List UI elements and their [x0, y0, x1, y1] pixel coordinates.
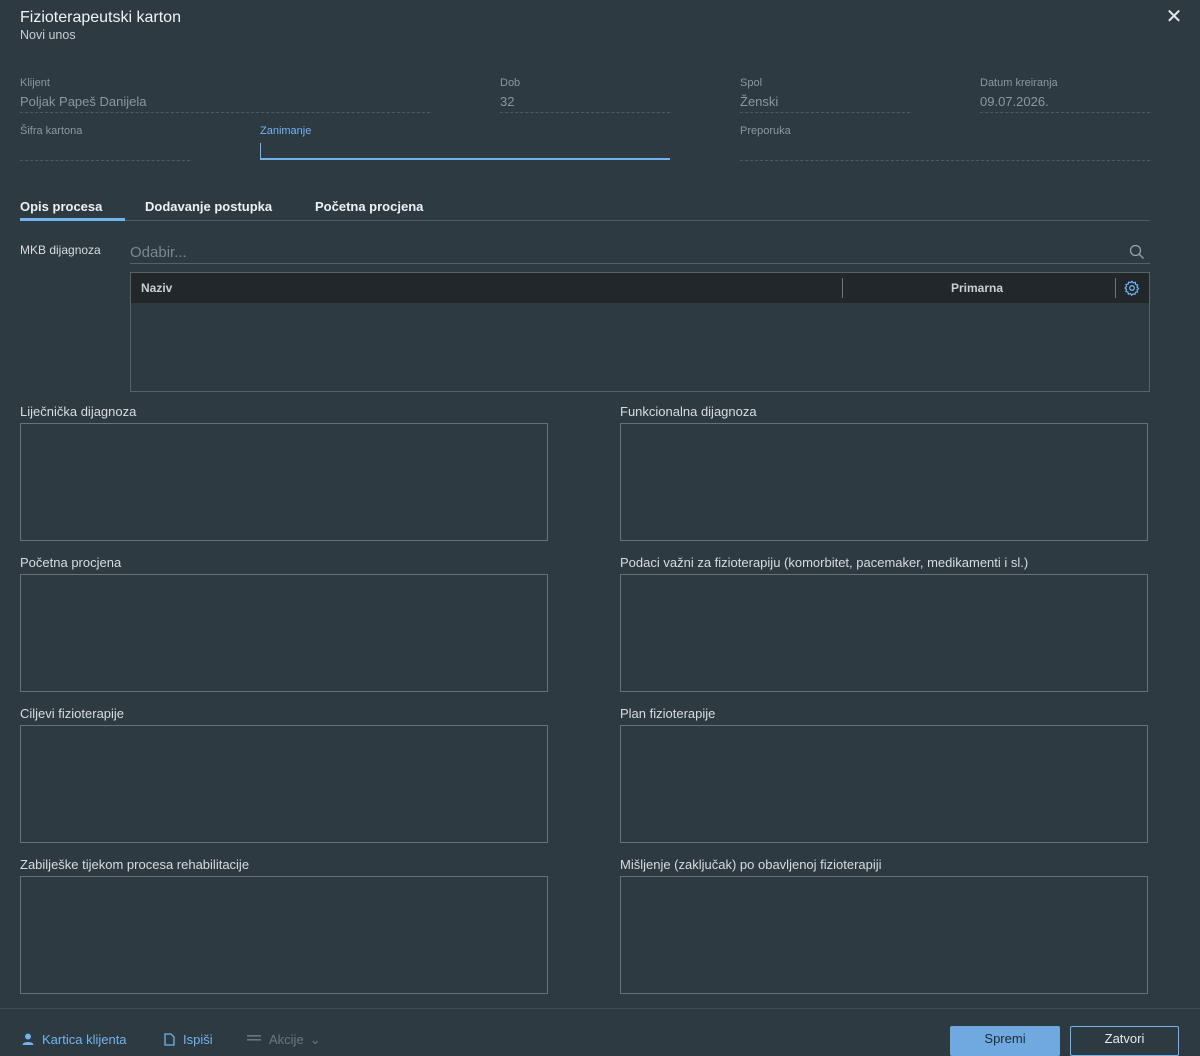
misljenje-label: Mišljenje (zaključak) po obavljenoj fizi…: [620, 857, 882, 872]
menu-icon: [247, 1035, 261, 1041]
pocetna-procjena-textarea[interactable]: [20, 574, 548, 692]
klijent-field: [20, 112, 430, 113]
mkb-search-input[interactable]: [130, 242, 1150, 264]
column-naziv[interactable]: Naziv: [141, 281, 172, 295]
ciljevi-textarea[interactable]: [20, 725, 548, 843]
tabs-divider: [20, 220, 1150, 221]
column-primarna[interactable]: Primarna: [844, 281, 1110, 295]
funkcionalna-dijagnoza-textarea[interactable]: [620, 423, 1148, 541]
plan-label: Plan fizioterapije: [620, 706, 716, 721]
close-icon[interactable]: ✕: [1164, 6, 1184, 28]
dob-label: Dob: [500, 77, 521, 89]
datum-field: [980, 112, 1150, 113]
plan-textarea[interactable]: [620, 725, 1148, 843]
spol-value: Ženski: [740, 94, 779, 109]
zabiljeske-label: Zabilješke tijekom procesa rehabilitacij…: [20, 857, 250, 872]
close-button[interactable]: Zatvori: [1070, 1026, 1179, 1056]
gear-icon[interactable]: [1124, 280, 1140, 296]
zabiljeske-textarea[interactable]: [20, 876, 548, 994]
preporuka-label: Preporuka: [740, 125, 791, 137]
lijecnicka-dijagnoza-label: Liječnička dijagnoza: [20, 404, 137, 419]
akcije-menu[interactable]: Akcije ⌄: [247, 1032, 321, 1048]
pocetna-procjena-label: Početna procjena: [20, 555, 122, 570]
active-tab-indicator: [20, 218, 125, 221]
datum-label: Datum kreiranja: [980, 77, 1058, 89]
footer-divider: [0, 1008, 1200, 1009]
misljenje-textarea[interactable]: [620, 876, 1148, 994]
funkcionalna-dijagnoza-label: Funkcionalna dijagnoza: [620, 404, 757, 419]
sifra-label: Šifra kartona: [20, 125, 83, 137]
tab-opis-procesa[interactable]: Opis procesa: [20, 199, 102, 214]
person-icon: [22, 1033, 34, 1045]
lijecnicka-dijagnoza-textarea[interactable]: [20, 423, 548, 541]
dob-field: [500, 112, 670, 113]
datum-value: 09.07.2026.: [980, 94, 1049, 109]
podaci-textarea[interactable]: [620, 574, 1148, 692]
podaci-label: Podaci važni za fizioterapiju (komorbite…: [620, 555, 1029, 570]
search-icon[interactable]: [1129, 244, 1145, 260]
tab-pocetna-procjena[interactable]: Početna procjena: [315, 199, 423, 214]
spol-label: Spol: [740, 77, 763, 89]
dob-value: 32: [500, 94, 515, 109]
spol-field: [740, 112, 910, 113]
zanimanje-input[interactable]: [260, 158, 670, 160]
preporuka-field[interactable]: [740, 160, 1150, 161]
column-separator: [1115, 278, 1116, 298]
mkb-label: MKB dijagnoza: [20, 243, 101, 257]
grid-header: Naziv Primarna: [131, 273, 1149, 303]
column-separator: [842, 278, 843, 298]
zanimanje-label: Zanimanje: [260, 125, 312, 137]
save-button[interactable]: Spremi: [950, 1026, 1060, 1056]
dialog-title: Fizioterapeutski karton: [20, 9, 181, 26]
sifra-field[interactable]: [20, 160, 190, 161]
klijent-value: Poljak Papeš Danijela: [20, 94, 147, 109]
klijent-label: Klijent: [20, 77, 50, 89]
mkb-grid: Naziv Primarna: [130, 272, 1150, 392]
tab-dodavanje-postupka[interactable]: Dodavanje postupka: [145, 199, 272, 214]
ciljevi-label: Ciljevi fizioterapije: [20, 706, 125, 721]
text-caret: [260, 143, 261, 158]
dialog-subtitle: Novi unos: [20, 28, 76, 42]
